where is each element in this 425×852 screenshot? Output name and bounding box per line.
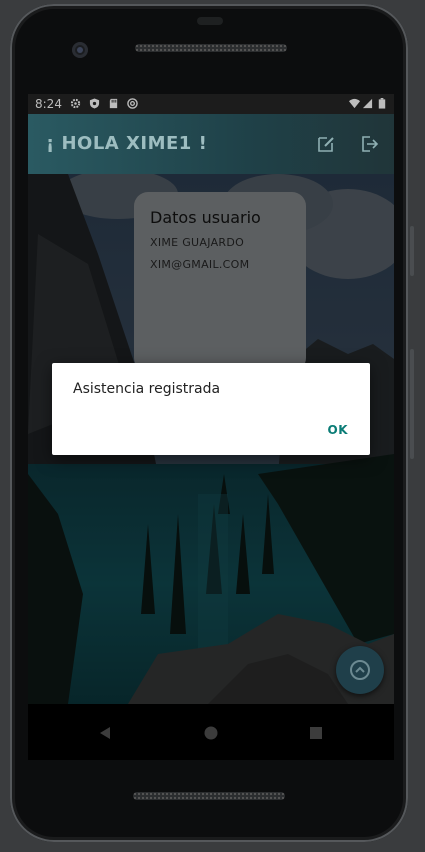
home-icon[interactable] bbox=[204, 726, 218, 740]
alert-dialog: Asistencia registrada OK bbox=[52, 363, 370, 455]
volume-button bbox=[410, 349, 414, 459]
settings-icon bbox=[70, 98, 81, 109]
at-sign-icon bbox=[127, 98, 138, 109]
ok-button[interactable]: OK bbox=[328, 423, 349, 437]
system-nav-bar bbox=[28, 704, 394, 760]
logout-icon[interactable] bbox=[360, 134, 380, 154]
chevron-up-icon bbox=[350, 660, 370, 680]
bottom-speaker-grille bbox=[133, 792, 285, 800]
edit-icon[interactable] bbox=[316, 134, 336, 154]
top-speaker-grille bbox=[135, 44, 287, 52]
shield-icon bbox=[89, 98, 100, 109]
battery-icon bbox=[378, 98, 386, 109]
app-bar: ¡ HOLA XIME1 ! bbox=[28, 114, 394, 174]
sd-card-icon bbox=[109, 98, 118, 109]
page-title: ¡ HOLA XIME1 ! bbox=[46, 133, 208, 154]
recents-icon[interactable] bbox=[309, 726, 323, 740]
earpiece-notch bbox=[197, 17, 223, 25]
wifi-icon bbox=[349, 98, 360, 109]
back-icon[interactable] bbox=[98, 726, 112, 740]
power-button bbox=[410, 226, 414, 276]
card-title: Datos usuario bbox=[150, 208, 261, 227]
user-email: XIM@GMAIL.COM bbox=[150, 258, 250, 271]
status-bar: 8:24 bbox=[28, 94, 394, 114]
status-time: 8:24 bbox=[35, 97, 62, 111]
dialog-message: Asistencia registrada bbox=[73, 381, 221, 397]
cell-signal-icon bbox=[362, 98, 373, 109]
scroll-up-button[interactable] bbox=[336, 646, 384, 694]
user-data-card: Datos usuario XIME GUAJARDO XIM@GMAIL.CO… bbox=[134, 192, 306, 372]
user-name: XIME GUAJARDO bbox=[150, 236, 245, 249]
front-camera bbox=[72, 42, 88, 58]
